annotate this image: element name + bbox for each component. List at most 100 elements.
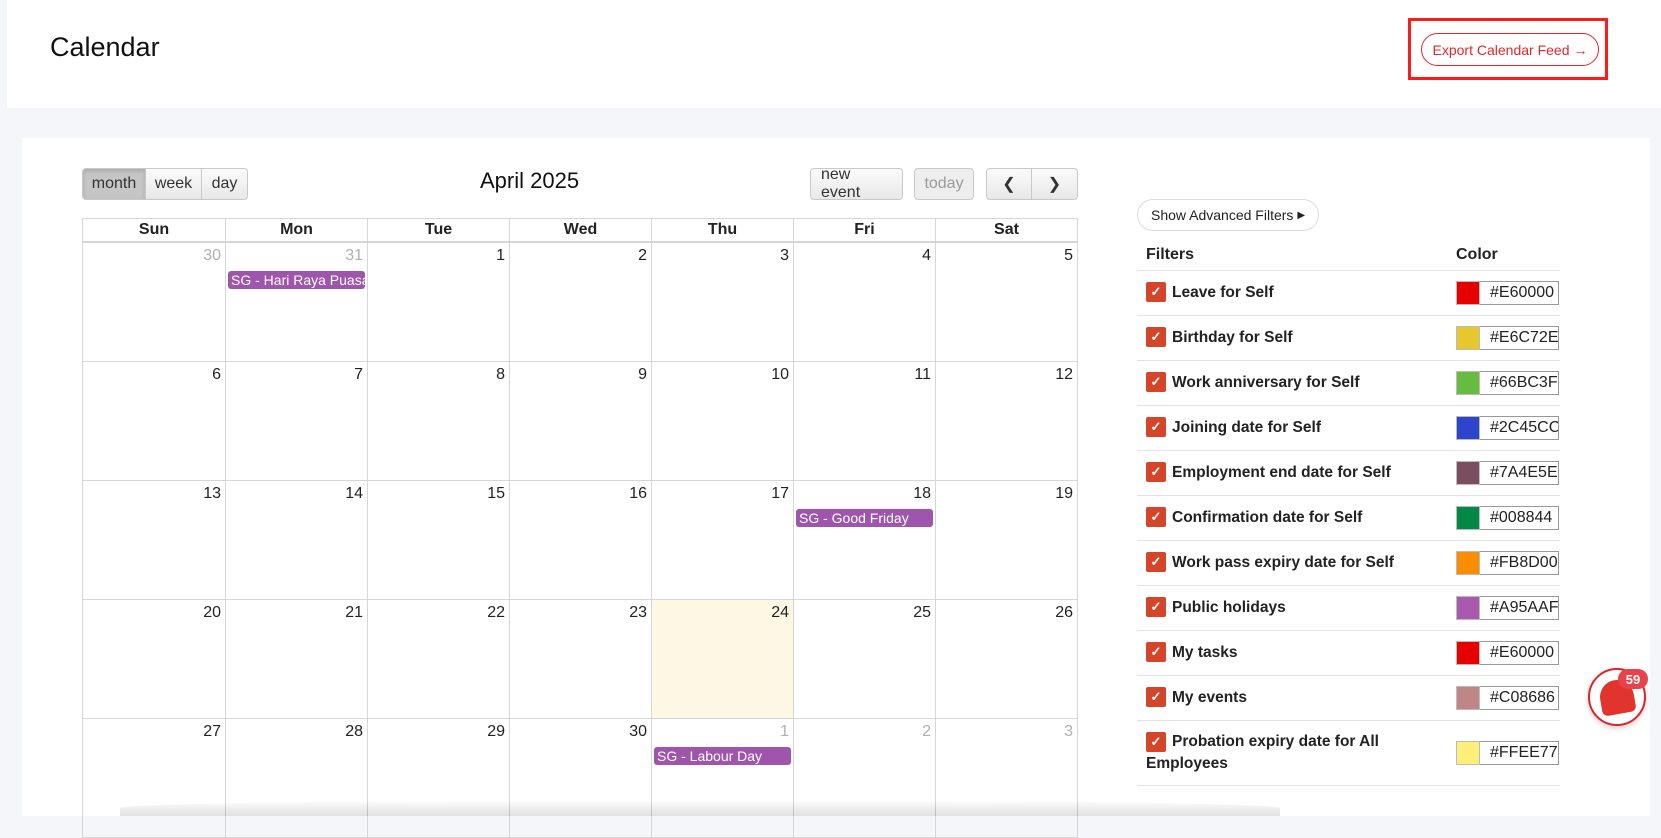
day-number[interactable]: 19 bbox=[1055, 485, 1073, 503]
day-cell[interactable]: 16 bbox=[509, 481, 651, 599]
day-number[interactable]: 29 bbox=[487, 723, 505, 741]
day-cell[interactable]: 4 bbox=[793, 243, 935, 361]
day-cell[interactable]: 31 SG - Hari Raya Puasa bbox=[225, 243, 367, 361]
color-swatch[interactable] bbox=[1456, 371, 1480, 395]
day-cell[interactable]: 29 bbox=[367, 719, 509, 837]
day-cell[interactable]: 9 bbox=[509, 362, 651, 480]
prev-month-button[interactable]: ❮ bbox=[986, 168, 1032, 200]
color-swatch[interactable] bbox=[1456, 326, 1480, 350]
calendar-event[interactable]: SG - Labour Day bbox=[654, 747, 791, 765]
day-number[interactable]: 1 bbox=[780, 723, 789, 741]
color-hex-input[interactable]: #008844 bbox=[1480, 506, 1559, 530]
month-view-button[interactable]: month bbox=[82, 168, 146, 200]
week-view-button[interactable]: week bbox=[146, 168, 202, 200]
day-number[interactable]: 26 bbox=[1055, 604, 1073, 622]
day-number[interactable]: 5 bbox=[1064, 247, 1073, 265]
calendar-event[interactable]: SG - Good Friday bbox=[796, 509, 933, 527]
day-number[interactable]: 13 bbox=[203, 485, 221, 503]
day-cell[interactable]: 25 bbox=[793, 600, 935, 718]
color-hex-input[interactable]: #E60000 bbox=[1480, 281, 1559, 305]
day-cell[interactable]: 3 bbox=[935, 719, 1077, 837]
day-cell[interactable]: 6 bbox=[83, 362, 225, 480]
day-cell[interactable]: 24 bbox=[651, 600, 793, 718]
color-swatch[interactable] bbox=[1456, 551, 1480, 575]
calendar-event[interactable]: SG - Hari Raya Puasa bbox=[228, 271, 365, 289]
day-number[interactable]: 27 bbox=[203, 723, 221, 741]
day-number[interactable]: 6 bbox=[212, 366, 221, 384]
day-number[interactable]: 20 bbox=[203, 604, 221, 622]
day-cell[interactable]: 10 bbox=[651, 362, 793, 480]
day-number[interactable]: 16 bbox=[629, 485, 647, 503]
day-number[interactable]: 30 bbox=[203, 247, 221, 265]
color-hex-input[interactable]: #A95AAF bbox=[1480, 596, 1559, 620]
filter-checkbox[interactable]: ✓ bbox=[1146, 687, 1166, 707]
day-number[interactable]: 3 bbox=[780, 247, 789, 265]
color-hex-input[interactable]: #2C45CC bbox=[1480, 416, 1559, 440]
day-cell[interactable]: 1 bbox=[367, 243, 509, 361]
filter-checkbox[interactable]: ✓ bbox=[1146, 372, 1166, 392]
day-number[interactable]: 22 bbox=[487, 604, 505, 622]
day-number[interactable]: 11 bbox=[914, 366, 931, 384]
day-number[interactable]: 28 bbox=[345, 723, 363, 741]
filter-checkbox[interactable]: ✓ bbox=[1146, 732, 1166, 752]
color-swatch[interactable] bbox=[1456, 741, 1480, 765]
today-button[interactable]: today bbox=[914, 168, 974, 200]
day-cell[interactable]: 8 bbox=[367, 362, 509, 480]
day-cell[interactable]: 27 bbox=[83, 719, 225, 837]
day-cell[interactable]: 22 bbox=[367, 600, 509, 718]
day-number[interactable]: 15 bbox=[487, 485, 505, 503]
day-number[interactable]: 7 bbox=[354, 366, 363, 384]
color-swatch[interactable] bbox=[1456, 461, 1480, 485]
day-cell[interactable]: 5 bbox=[935, 243, 1077, 361]
color-hex-input[interactable]: #C08686 bbox=[1480, 686, 1559, 710]
color-hex-input[interactable]: #E6C72E bbox=[1480, 326, 1559, 350]
day-cell[interactable]: 28 bbox=[225, 719, 367, 837]
color-swatch[interactable] bbox=[1456, 506, 1480, 530]
day-number[interactable]: 14 bbox=[345, 485, 363, 503]
filter-checkbox[interactable]: ✓ bbox=[1146, 327, 1166, 347]
day-number[interactable]: 18 bbox=[913, 485, 931, 503]
day-cell[interactable]: 13 bbox=[83, 481, 225, 599]
color-swatch[interactable] bbox=[1456, 641, 1480, 665]
filter-checkbox[interactable]: ✓ bbox=[1146, 417, 1166, 437]
day-cell[interactable]: 17 bbox=[651, 481, 793, 599]
color-hex-input[interactable]: #E60000 bbox=[1480, 641, 1559, 665]
day-cell[interactable]: 21 bbox=[225, 600, 367, 718]
day-number[interactable]: 3 bbox=[1064, 723, 1073, 741]
day-cell[interactable]: 20 bbox=[83, 600, 225, 718]
filter-checkbox[interactable]: ✓ bbox=[1146, 552, 1166, 572]
export-calendar-feed-button[interactable]: Export Calendar Feed → bbox=[1421, 33, 1599, 66]
day-cell[interactable]: 1 SG - Labour Day bbox=[651, 719, 793, 837]
day-cell[interactable]: 3 bbox=[651, 243, 793, 361]
filter-checkbox[interactable]: ✓ bbox=[1146, 282, 1166, 302]
day-view-button[interactable]: day bbox=[202, 168, 248, 200]
day-cell[interactable]: 14 bbox=[225, 481, 367, 599]
next-month-button[interactable]: ❯ bbox=[1032, 168, 1078, 200]
day-number[interactable]: 30 bbox=[629, 723, 647, 741]
day-number[interactable]: 25 bbox=[913, 604, 931, 622]
day-number[interactable]: 8 bbox=[496, 366, 505, 384]
day-number[interactable]: 4 bbox=[922, 247, 931, 265]
day-cell[interactable]: 30 bbox=[83, 243, 225, 361]
filter-checkbox[interactable]: ✓ bbox=[1146, 597, 1166, 617]
color-swatch[interactable] bbox=[1456, 281, 1480, 305]
day-number[interactable]: 31 bbox=[345, 247, 363, 265]
filter-checkbox[interactable]: ✓ bbox=[1146, 462, 1166, 482]
color-swatch[interactable] bbox=[1456, 596, 1480, 620]
filter-checkbox[interactable]: ✓ bbox=[1146, 507, 1166, 527]
day-cell[interactable]: 11 bbox=[793, 362, 935, 480]
color-swatch[interactable] bbox=[1456, 416, 1480, 440]
day-cell[interactable]: 7 bbox=[225, 362, 367, 480]
day-cell[interactable]: 19 bbox=[935, 481, 1077, 599]
day-number[interactable]: 1 bbox=[496, 247, 505, 265]
day-number[interactable]: 2 bbox=[638, 247, 647, 265]
color-hex-input[interactable]: #FFEE77 bbox=[1480, 741, 1559, 765]
day-cell[interactable]: 23 bbox=[509, 600, 651, 718]
day-cell[interactable]: 18 SG - Good Friday bbox=[793, 481, 935, 599]
day-number[interactable]: 24 bbox=[771, 604, 789, 622]
day-cell[interactable]: 2 bbox=[509, 243, 651, 361]
color-hex-input[interactable]: #7A4E5E bbox=[1480, 461, 1559, 485]
day-cell[interactable]: 30 bbox=[509, 719, 651, 837]
day-number[interactable]: 21 bbox=[345, 604, 363, 622]
day-number[interactable]: 17 bbox=[771, 485, 789, 503]
